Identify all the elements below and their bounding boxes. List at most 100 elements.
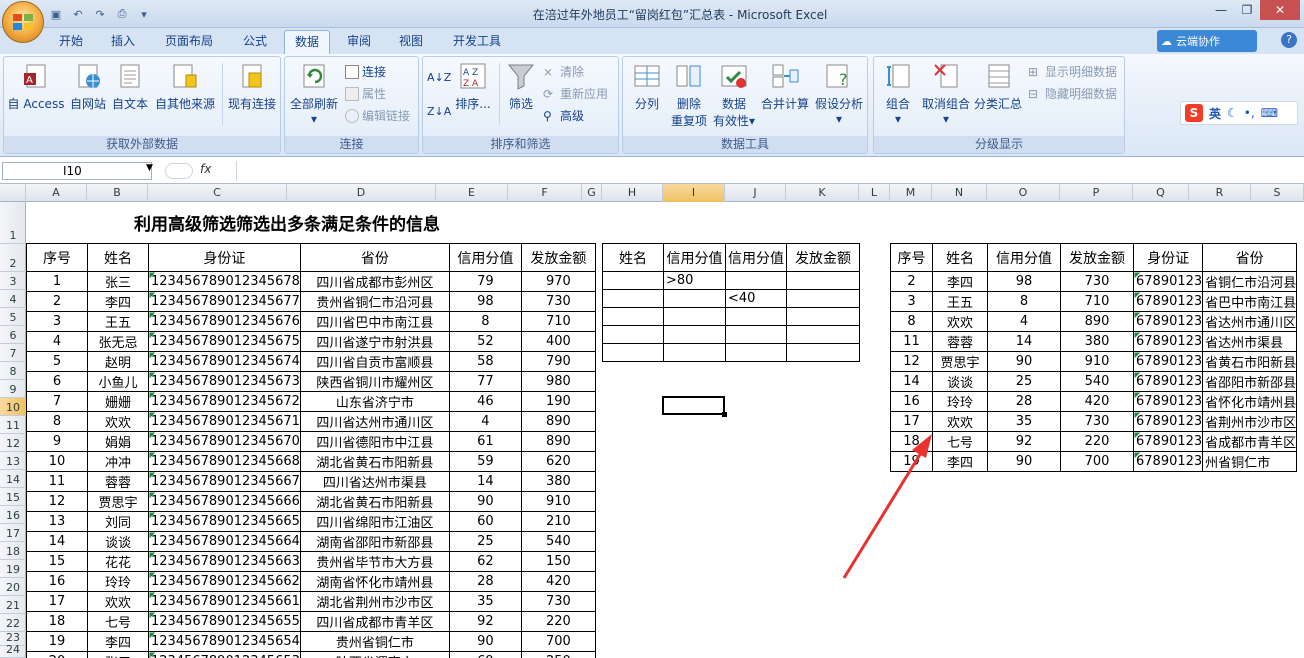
table-cell[interactable]: 25 (987, 371, 1061, 392)
row-header[interactable]: 21 (0, 596, 26, 614)
table-cell[interactable]: 620 (520, 451, 596, 472)
table-cell[interactable]: 9 (26, 431, 88, 452)
column-header[interactable]: L (859, 184, 890, 202)
table-cell[interactable]: 910 (520, 491, 596, 512)
table-cell[interactable]: 52 (448, 331, 522, 352)
table-cell[interactable]: 20 (26, 651, 88, 658)
table-cell[interactable] (602, 289, 664, 308)
existing-connections-button[interactable]: 现有连接 (226, 61, 278, 112)
table-cell[interactable]: 123456789012345671 (148, 411, 301, 432)
table-cell[interactable]: 山东省济宁市 (299, 391, 450, 412)
table-cell[interactable]: 890 (520, 431, 596, 452)
table-cell[interactable]: 67890123 (1132, 371, 1204, 392)
table-cell[interactable]: 98 (987, 271, 1061, 292)
header-cell[interactable]: 信用分值 (663, 243, 726, 272)
table-cell[interactable]: 贵州省毕节市大方县 (299, 551, 450, 572)
header-cell[interactable]: 姓名 (87, 243, 149, 272)
table-cell[interactable]: 190 (520, 391, 596, 412)
connections-button[interactable]: 连接 (345, 63, 386, 80)
table-cell[interactable]: 4 (448, 411, 522, 432)
table-cell[interactable]: 123456789012345654 (148, 631, 301, 652)
undo-icon[interactable]: ↶ (70, 6, 86, 22)
ungroup-button[interactable]: 取消组合 ▾ (920, 61, 972, 126)
table-cell[interactable]: 910 (1060, 351, 1134, 372)
table-cell[interactable]: 25 (448, 531, 522, 552)
restore-icon[interactable]: ❐ (1234, 0, 1260, 20)
table-cell[interactable]: 123456789012345655 (148, 611, 301, 632)
table-cell[interactable]: 46 (448, 391, 522, 412)
header-cell[interactable]: 发放金额 (786, 243, 860, 272)
table-cell[interactable] (663, 307, 726, 326)
table-cell[interactable]: 李四 (87, 631, 149, 652)
row-header[interactable]: 8 (0, 362, 26, 380)
table-cell[interactable]: 2 (26, 291, 88, 312)
column-header[interactable]: H (602, 184, 663, 202)
table-cell[interactable] (725, 271, 787, 290)
table-cell[interactable]: 陕西省渭南市 (299, 651, 450, 658)
group-button[interactable]: 组合 ▾ (876, 61, 920, 126)
table-cell[interactable]: 123456789012345676 (148, 311, 301, 332)
table-cell[interactable]: 赵明 (87, 351, 149, 372)
table-cell[interactable]: 小鱼儿 (87, 371, 149, 392)
table-cell[interactable]: 冲冲 (87, 451, 149, 472)
table-cell[interactable]: 92 (448, 611, 522, 632)
table-cell[interactable]: 59 (448, 451, 522, 472)
table-cell[interactable] (602, 271, 664, 290)
table-cell[interactable]: 67890123 (1132, 331, 1204, 352)
table-cell[interactable]: 123456789012345675 (148, 331, 301, 352)
table-cell[interactable]: 123456789012345677 (148, 291, 301, 312)
row-header[interactable]: 3 (0, 272, 26, 290)
table-cell[interactable]: 四川省巴中市南江县 (299, 311, 450, 332)
column-header[interactable]: B (87, 184, 148, 202)
column-header[interactable]: Q (1133, 184, 1189, 202)
table-cell[interactable]: 123456789012345663 (148, 551, 301, 572)
filter-button[interactable]: 筛选 (503, 61, 539, 112)
table-cell[interactable] (602, 307, 664, 326)
table-cell[interactable]: 8 (26, 411, 88, 432)
table-cell[interactable]: 420 (520, 571, 596, 592)
table-cell[interactable] (663, 289, 726, 308)
header-cell[interactable]: 省份 (1202, 243, 1298, 272)
table-cell[interactable]: 张三 (87, 271, 149, 292)
row-header[interactable]: 22 (0, 614, 26, 632)
table-cell[interactable]: 省达州市通川区 (1202, 311, 1298, 332)
table-cell[interactable]: 张三 (87, 651, 149, 658)
column-header[interactable]: I (663, 184, 725, 202)
table-cell[interactable]: 七号 (87, 611, 149, 632)
show-detail-button[interactable]: ⊞ 显示明细数据 (1028, 63, 1117, 80)
table-cell[interactable]: 李四 (87, 291, 149, 312)
save-icon[interactable]: ▣ (48, 6, 64, 22)
refresh-all-button[interactable]: 全部刷新 ▾ (287, 61, 341, 126)
advanced-filter-button[interactable]: ⚲ 高级 (543, 107, 584, 124)
table-cell[interactable] (602, 325, 664, 344)
header-cell[interactable]: 姓名 (602, 243, 664, 272)
table-cell[interactable]: 58 (448, 351, 522, 372)
column-header[interactable]: M (890, 184, 932, 202)
properties-button[interactable]: 属性 (345, 85, 386, 102)
tab-developer[interactable]: 开发工具 (443, 30, 511, 54)
column-header[interactable]: P (1060, 184, 1133, 202)
table-cell[interactable]: 李四 (932, 271, 988, 292)
table-cell[interactable]: 7 (26, 391, 88, 412)
table-cell[interactable]: 710 (520, 311, 596, 332)
table-cell[interactable]: >80 (663, 271, 726, 290)
column-header[interactable]: O (987, 184, 1060, 202)
table-cell[interactable]: 67890123 (1132, 411, 1204, 432)
table-cell[interactable]: 6 (26, 371, 88, 392)
sort-descending-button[interactable]: Z↓A (427, 105, 451, 118)
select-all-corner[interactable] (0, 184, 26, 202)
table-cell[interactable]: 花花 (87, 551, 149, 572)
table-cell[interactable]: 四川省遂宁市射洪县 (299, 331, 450, 352)
table-cell[interactable]: 16 (890, 391, 933, 412)
table-cell[interactable] (725, 343, 787, 362)
column-header[interactable]: E (436, 184, 508, 202)
column-header[interactable]: J (725, 184, 786, 202)
hide-detail-button[interactable]: ⊟ 隐藏明细数据 (1028, 85, 1117, 102)
table-cell[interactable]: 890 (520, 411, 596, 432)
table-cell[interactable]: 123456789012345672 (148, 391, 301, 412)
table-cell[interactable]: 98 (448, 291, 522, 312)
table-cell[interactable]: 省荆州市沙市区 (1202, 411, 1298, 432)
table-cell[interactable]: 5 (26, 351, 88, 372)
table-cell[interactable]: 蓉蓉 (87, 471, 149, 492)
table-cell[interactable]: 123456789012345678 (148, 271, 301, 292)
